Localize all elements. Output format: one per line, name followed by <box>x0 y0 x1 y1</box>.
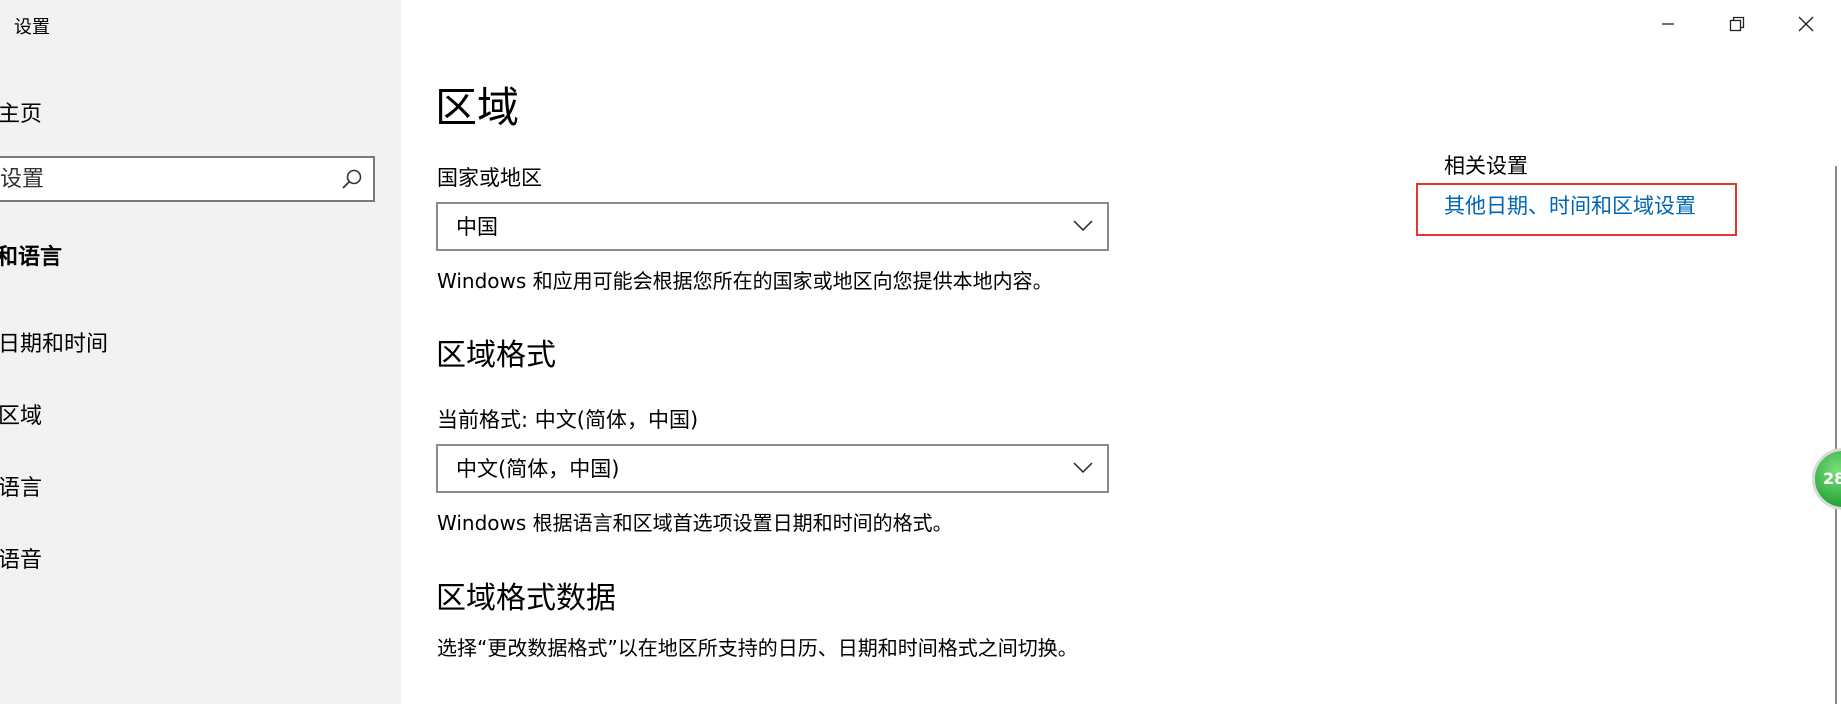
related-settings-heading: 相关设置 <box>1444 154 1528 178</box>
country-label: 国家或地区 <box>437 166 542 190</box>
sidebar-item-language[interactable]: 语言 <box>0 470 42 502</box>
restore-icon <box>1729 16 1745 32</box>
regional-format-dropdown[interactable]: 中文(简体，中国) <box>436 444 1109 493</box>
sidebar-item-speech[interactable]: 语音 <box>0 542 42 574</box>
regional-format-data-description: 选择“更改数据格式”以在地区所支持的日历、日期和时间格式之间切换。 <box>437 636 1078 660</box>
search-input[interactable] <box>0 158 330 200</box>
sidebar-item-region[interactable]: 区域 <box>0 398 42 430</box>
close-button[interactable] <box>1772 0 1840 48</box>
scrollbar[interactable] <box>1835 166 1837 704</box>
minimize-button[interactable] <box>1634 0 1702 48</box>
sidebar-item-date-time[interactable]: 日期和时间 <box>0 326 108 358</box>
country-dropdown-value: 中国 <box>456 215 498 239</box>
restore-button[interactable] <box>1703 0 1771 48</box>
country-description: Windows 和应用可能会根据您所在的国家或地区向您提供本地内容。 <box>437 269 1053 293</box>
sidebar-section-title: 和语言 <box>0 245 63 270</box>
current-format-label: 当前格式: 中文(简体，中国) <box>437 408 699 432</box>
close-icon <box>1798 16 1814 32</box>
regional-format-heading: 区域格式 <box>436 338 556 373</box>
search-icon[interactable] <box>341 168 363 190</box>
minimize-icon <box>1662 23 1674 25</box>
page-title: 区域 <box>435 83 520 132</box>
country-dropdown[interactable]: 中国 <box>436 202 1109 251</box>
floating-widget[interactable]: 28 <box>1812 448 1841 510</box>
sidebar: 设置 主页 和语言 日期和时间 区域 语言 语音 <box>0 0 401 704</box>
search-box[interactable] <box>0 156 375 202</box>
regional-format-description: Windows 根据语言和区域首选项设置日期和时间的格式。 <box>437 511 953 535</box>
chevron-down-icon <box>1073 462 1093 474</box>
regional-format-dropdown-value: 中文(简体，中国) <box>456 457 620 481</box>
chevron-down-icon <box>1073 220 1093 232</box>
regional-format-data-heading: 区域格式数据 <box>436 581 616 616</box>
sidebar-item-home[interactable]: 主页 <box>0 96 42 128</box>
app-title: 设置 <box>14 17 50 38</box>
additional-date-time-region-settings-link[interactable]: 其他日期、时间和区域设置 <box>1444 192 1696 220</box>
floating-widget-number: 28 <box>1823 469 1841 488</box>
